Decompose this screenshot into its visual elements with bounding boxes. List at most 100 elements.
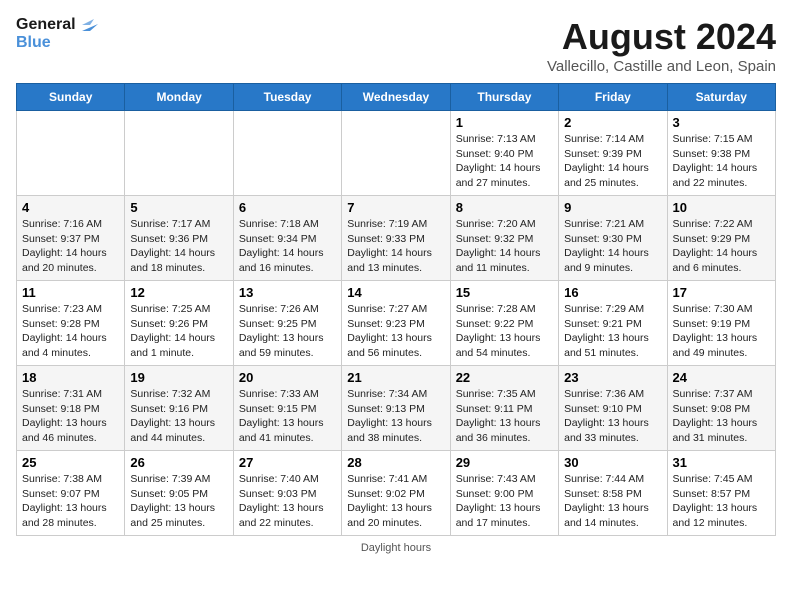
footer: Daylight hours [16,542,776,554]
calendar-cell: 31 Sunrise: 7:45 AM Sunset: 8:57 PM Dayli… [667,451,775,536]
calendar-cell: 11 Sunrise: 7:23 AM Sunset: 9:28 PM Dayli… [17,281,125,366]
calendar-cell: 21Sunrise: 7:34 AM Sunset: 9:13 PM Dayli… [342,366,450,451]
date-number: 26 [130,455,227,470]
calendar-cell: 15 Sunrise: 7:28 AM Sunset: 9:22 PM Dayli… [450,281,558,366]
cell-text: Sunrise: 7:34 AM Sunset: 9:13 PM Dayligh… [347,387,444,446]
calendar-cell: 6 Sunrise: 7:18 AM Sunset: 9:34 PM Daylig… [233,196,341,281]
date-number: 5 [130,200,227,215]
date-number: 25 [22,455,119,470]
cell-text: Sunrise: 7:29 AM Sunset: 9:21 PM Dayligh… [564,302,661,361]
date-number: 4 [22,200,119,215]
cell-text: Sunrise: 7:33 AM Sunset: 9:15 PM Dayligh… [239,387,336,446]
calendar-cell: 16 Sunrise: 7:29 AM Sunset: 9:21 PM Dayli… [559,281,667,366]
calendar-cell: 29 Sunrise: 7:43 AM Sunset: 9:00 PM Dayli… [450,451,558,536]
calendar-cell: 20 Sunrise: 7:33 AM Sunset: 9:15 PM Dayli… [233,366,341,451]
calendar-cell: 2 Sunrise: 7:14 AM Sunset: 9:39 PM Daylig… [559,111,667,196]
cell-text: Sunrise: 7:14 AM Sunset: 9:39 PM Dayligh… [564,132,661,191]
cell-text: Sunrise: 7:28 AM Sunset: 9:22 PM Dayligh… [456,302,553,361]
calendar-cell [342,111,450,196]
date-number: 6 [239,200,336,215]
date-number: 14 [347,285,444,300]
cell-text: Sunrise: 7:18 AM Sunset: 9:34 PM Dayligh… [239,217,336,276]
calendar-table: SundayMondayTuesdayWednesdayThursdayFrid… [16,83,776,536]
calendar-cell: 12 Sunrise: 7:25 AM Sunset: 9:26 PM Dayli… [125,281,233,366]
calendar-cell: 30 Sunrise: 7:44 AM Sunset: 8:58 PM Dayli… [559,451,667,536]
date-number: 19 [130,370,227,385]
cell-text: Sunrise: 7:19 AM Sunset: 9:33 PM Dayligh… [347,217,444,276]
day-header-monday: Monday [125,84,233,111]
cell-text: Sunrise: 7:30 AM Sunset: 9:19 PM Dayligh… [673,302,770,361]
date-number: 31 [673,455,770,470]
cell-text: Sunrise: 7:39 AM Sunset: 9:05 PM Dayligh… [130,472,227,531]
calendar-cell: 26 Sunrise: 7:39 AM Sunset: 9:05 PM Dayli… [125,451,233,536]
calendar-cell: 13 Sunrise: 7:26 AM Sunset: 9:25 PM Dayli… [233,281,341,366]
main-title: August 2024 [547,16,776,58]
date-number: 11 [22,285,119,300]
date-number: 17 [673,285,770,300]
title-area: August 2024 Vallecillo, Castille and Leo… [547,16,776,75]
date-number: 12 [130,285,227,300]
calendar-cell: 10Sunrise: 7:22 AM Sunset: 9:29 PM Dayli… [667,196,775,281]
calendar-cell: 28 Sunrise: 7:41 AM Sunset: 9:02 PM Dayli… [342,451,450,536]
calendar-cell: 27 Sunrise: 7:40 AM Sunset: 9:03 PM Dayli… [233,451,341,536]
cell-text: Sunrise: 7:26 AM Sunset: 9:25 PM Dayligh… [239,302,336,361]
cell-text: Sunrise: 7:25 AM Sunset: 9:26 PM Dayligh… [130,302,227,361]
date-number: 20 [239,370,336,385]
cell-text: Sunrise: 7:21 AM Sunset: 9:30 PM Dayligh… [564,217,661,276]
date-number: 13 [239,285,336,300]
date-number: 16 [564,285,661,300]
date-number: 8 [456,200,553,215]
calendar-cell: 9 Sunrise: 7:21 AM Sunset: 9:30 PM Daylig… [559,196,667,281]
date-number: 27 [239,455,336,470]
calendar-cell: 19Sunrise: 7:32 AM Sunset: 9:16 PM Dayli… [125,366,233,451]
calendar-cell: 22 Sunrise: 7:35 AM Sunset: 9:11 PM Dayli… [450,366,558,451]
daylight-label: Daylight hours [361,542,431,554]
cell-text: Sunrise: 7:44 AM Sunset: 8:58 PM Dayligh… [564,472,661,531]
day-header-wednesday: Wednesday [342,84,450,111]
date-number: 30 [564,455,661,470]
cell-text: Sunrise: 7:40 AM Sunset: 9:03 PM Dayligh… [239,472,336,531]
calendar-cell: 24 Sunrise: 7:37 AM Sunset: 9:08 PM Dayli… [667,366,775,451]
calendar-cell: 14 Sunrise: 7:27 AM Sunset: 9:23 PM Dayli… [342,281,450,366]
date-number: 24 [673,370,770,385]
calendar-cell: 3 Sunrise: 7:15 AM Sunset: 9:38 PM Daylig… [667,111,775,196]
cell-text: Sunrise: 7:45 AM Sunset: 8:57 PM Dayligh… [673,472,770,531]
date-number: 22 [456,370,553,385]
cell-text: Sunrise: 7:38 AM Sunset: 9:07 PM Dayligh… [22,472,119,531]
calendar-cell: 5 Sunrise: 7:17 AM Sunset: 9:36 PM Daylig… [125,196,233,281]
cell-text: Sunrise: 7:35 AM Sunset: 9:11 PM Dayligh… [456,387,553,446]
cell-text: Sunrise: 7:41 AM Sunset: 9:02 PM Dayligh… [347,472,444,531]
cell-text: Sunrise: 7:36 AM Sunset: 9:10 PM Dayligh… [564,387,661,446]
calendar-cell [125,111,233,196]
calendar-cell: 17 Sunrise: 7:30 AM Sunset: 9:19 PM Dayli… [667,281,775,366]
cell-text: Sunrise: 7:31 AM Sunset: 9:18 PM Dayligh… [22,387,119,446]
cell-text: Sunrise: 7:16 AM Sunset: 9:37 PM Dayligh… [22,217,119,276]
date-number: 28 [347,455,444,470]
cell-text: Sunrise: 7:15 AM Sunset: 9:38 PM Dayligh… [673,132,770,191]
day-header-thursday: Thursday [450,84,558,111]
cell-text: Sunrise: 7:20 AM Sunset: 9:32 PM Dayligh… [456,217,553,276]
cell-text: Sunrise: 7:23 AM Sunset: 9:28 PM Dayligh… [22,302,119,361]
calendar-cell: 25 Sunrise: 7:38 AM Sunset: 9:07 PM Dayli… [17,451,125,536]
date-number: 18 [22,370,119,385]
cell-text: Sunrise: 7:27 AM Sunset: 9:23 PM Dayligh… [347,302,444,361]
day-header-sunday: Sunday [17,84,125,111]
date-number: 9 [564,200,661,215]
date-number: 3 [673,115,770,130]
calendar-cell [17,111,125,196]
calendar-cell: 18 Sunrise: 7:31 AM Sunset: 9:18 PM Dayli… [17,366,125,451]
calendar-cell: 23Sunrise: 7:36 AM Sunset: 9:10 PM Dayli… [559,366,667,451]
date-number: 15 [456,285,553,300]
date-number: 10 [673,200,770,215]
cell-text: Sunrise: 7:43 AM Sunset: 9:00 PM Dayligh… [456,472,553,531]
date-number: 2 [564,115,661,130]
date-number: 7 [347,200,444,215]
calendar-cell [233,111,341,196]
day-header-saturday: Saturday [667,84,775,111]
cell-text: Sunrise: 7:37 AM Sunset: 9:08 PM Dayligh… [673,387,770,446]
logo: General Blue [16,16,98,53]
date-number: 29 [456,455,553,470]
subtitle: Vallecillo, Castille and Leon, Spain [547,58,776,75]
calendar-cell: 4 Sunrise: 7:16 AM Sunset: 9:37 PM Daylig… [17,196,125,281]
cell-text: Sunrise: 7:17 AM Sunset: 9:36 PM Dayligh… [130,217,227,276]
